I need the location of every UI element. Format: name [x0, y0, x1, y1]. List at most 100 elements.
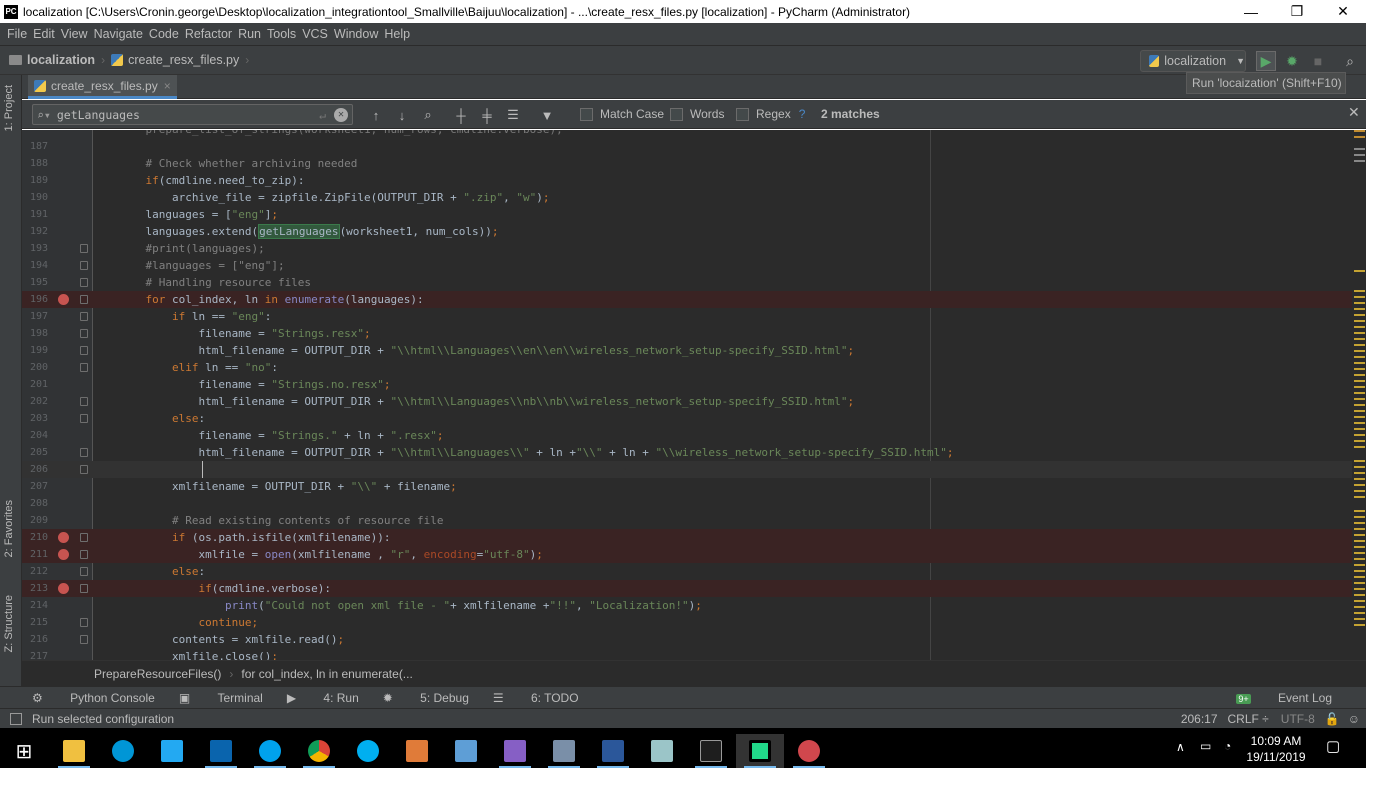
- close-find-icon[interactable]: ✕: [1348, 104, 1360, 121]
- caret-position[interactable]: 206:17: [1181, 712, 1218, 726]
- code-line[interactable]: 199 html_filename = OUTPUT_DIR + "\\html…: [22, 342, 1352, 359]
- clear-search-icon[interactable]: ✕: [334, 107, 348, 122]
- menu-tools[interactable]: Tools: [267, 27, 296, 41]
- menu-window[interactable]: Window: [334, 27, 378, 41]
- find-all-icon[interactable]: ⌕: [419, 106, 437, 124]
- event-log-tab[interactable]: 9+ Event Log: [1212, 691, 1332, 705]
- code-line[interactable]: 192 languages.extend(getLanguages(worksh…: [22, 223, 1352, 240]
- fold-icon[interactable]: [80, 414, 88, 423]
- restore-button[interactable]: ❐: [1274, 0, 1320, 23]
- editor-scrollbar[interactable]: [1352, 130, 1366, 660]
- wifi-icon[interactable]: ◔: [1224, 739, 1231, 753]
- fold-icon[interactable]: [80, 244, 88, 253]
- code-line[interactable]: 205 html_filename = OUTPUT_DIR + "\\html…: [22, 444, 1352, 461]
- vscode-icon[interactable]: [148, 734, 196, 768]
- fold-icon[interactable]: [80, 567, 88, 576]
- menu-refactor[interactable]: Refactor: [185, 27, 232, 41]
- code-line[interactable]: 194 #languages = ["eng"];: [22, 257, 1352, 274]
- code-line[interactable]: 188 # Check whether archiving needed: [22, 155, 1352, 172]
- word-icon[interactable]: [589, 734, 637, 768]
- fold-icon[interactable]: [80, 618, 88, 627]
- lock-icon[interactable]: 🔓: [1325, 712, 1340, 726]
- select-all-occurrences-icon[interactable]: ☰: [504, 106, 522, 124]
- code-line[interactable]: 217 xmlfile.close();: [22, 648, 1352, 660]
- structure-tool-tab[interactable]: Z: Structure: [3, 595, 15, 652]
- breakpoint-icon[interactable]: [58, 549, 69, 560]
- tab-create-resx-files[interactable]: create_resx_files.py ×: [28, 75, 177, 99]
- match-case-checkbox[interactable]: Match Case: [580, 107, 664, 121]
- minimize-button[interactable]: —: [1228, 0, 1274, 23]
- code-line[interactable]: 213 if(cmdline.verbose):: [22, 580, 1352, 597]
- system-clock[interactable]: 10:09 AM 19/11/2019: [1246, 733, 1306, 765]
- code-line[interactable]: 212 else:: [22, 563, 1352, 580]
- tab-close-icon[interactable]: ×: [164, 79, 171, 93]
- inspector-icon[interactable]: ☺: [1348, 712, 1360, 726]
- notification-icon[interactable]: ▢: [1326, 737, 1340, 755]
- fold-icon[interactable]: [80, 329, 88, 338]
- visual-studio-icon[interactable]: [491, 734, 539, 768]
- code-line[interactable]: 200 elif ln == "no":: [22, 359, 1352, 376]
- fold-icon[interactable]: [80, 533, 88, 542]
- debug-tab[interactable]: ✹ 5: Debug: [383, 691, 469, 705]
- code-line[interactable]: 216 contents = xmlfile.read();: [22, 631, 1352, 648]
- run-icon[interactable]: ▶: [1256, 51, 1276, 71]
- fold-icon[interactable]: [80, 635, 88, 644]
- code-line[interactable]: 215 continue;: [22, 614, 1352, 631]
- code-line[interactable]: 202 html_filename = OUTPUT_DIR + "\\html…: [22, 393, 1352, 410]
- code-line[interactable]: 203 else:: [22, 410, 1352, 427]
- fold-icon[interactable]: [80, 312, 88, 321]
- code-line[interactable]: 193 #print(languages);: [22, 240, 1352, 257]
- run-config-select[interactable]: localization ▼: [1140, 50, 1246, 72]
- file-explorer-icon[interactable]: [50, 734, 98, 768]
- menu-help[interactable]: Help: [384, 27, 410, 41]
- code-line[interactable]: 189 if(cmdline.need_to_zip):: [22, 172, 1352, 189]
- debug-icon[interactable]: ✹: [1282, 51, 1302, 71]
- menu-navigate[interactable]: Navigate: [94, 27, 143, 41]
- filter-icon[interactable]: ▼: [538, 106, 556, 124]
- close-button[interactable]: ✕: [1320, 0, 1366, 23]
- code-line[interactable]: 201 filename = "Strings.no.resx";: [22, 376, 1352, 393]
- menu-vcs[interactable]: VCS: [302, 27, 328, 41]
- project-tool-tab[interactable]: 1: Project: [3, 85, 15, 131]
- menu-code[interactable]: Code: [149, 27, 179, 41]
- menu-file[interactable]: File: [7, 27, 27, 41]
- fold-icon[interactable]: [80, 346, 88, 355]
- code-line[interactable]: 187: [22, 138, 1352, 155]
- fold-icon[interactable]: [80, 465, 88, 474]
- outlook-icon[interactable]: [197, 734, 245, 768]
- windows-start-icon[interactable]: ⊞: [0, 734, 48, 768]
- previous-occurrence-icon[interactable]: ↑: [367, 106, 385, 124]
- skype-icon[interactable]: [344, 734, 392, 768]
- menu-edit[interactable]: Edit: [33, 27, 55, 41]
- stop-icon[interactable]: ■: [1308, 51, 1328, 71]
- regex-checkbox[interactable]: Regex?: [736, 107, 805, 121]
- breakpoint-icon[interactable]: [58, 294, 69, 305]
- code-line[interactable]: 209 # Read existing contents of resource…: [22, 512, 1352, 529]
- snipping-tool-icon[interactable]: [785, 734, 833, 768]
- chevron-up-icon[interactable]: ∧: [1176, 740, 1185, 754]
- nav-project[interactable]: localization: [9, 53, 95, 67]
- code-line[interactable]: 208: [22, 495, 1352, 512]
- breadcrumb-loop[interactable]: for col_index, ln in enumerate(...: [241, 667, 412, 681]
- favorites-tool-tab[interactable]: 2: Favorites: [3, 500, 15, 557]
- pycharm-taskbar-icon[interactable]: [736, 734, 784, 768]
- next-occurrence-icon[interactable]: ↓: [393, 106, 411, 124]
- tool-windows-icon[interactable]: [10, 712, 22, 725]
- store-app-icon[interactable]: [393, 734, 441, 768]
- code-line[interactable]: 191 languages = ["eng"];: [22, 206, 1352, 223]
- code-line[interactable]: 196 for col_index, ln in enumerate(langu…: [22, 291, 1352, 308]
- code-line[interactable]: 206: [22, 461, 1352, 478]
- line-separator[interactable]: CRLF ÷: [1228, 712, 1269, 726]
- remove-selection-icon[interactable]: ╪: [478, 106, 496, 124]
- fold-icon[interactable]: [80, 448, 88, 457]
- menu-view[interactable]: View: [61, 27, 88, 41]
- code-line[interactable]: 210 if (os.path.isfile(xmlfilename)):: [22, 529, 1352, 546]
- add-selection-icon[interactable]: ┼: [452, 106, 470, 124]
- fold-icon[interactable]: [80, 550, 88, 559]
- network-app-icon[interactable]: [540, 734, 588, 768]
- nav-file[interactable]: create_resx_files.py: [111, 53, 239, 67]
- search-everywhere-icon[interactable]: ⌕: [1340, 51, 1360, 71]
- code-line[interactable]: 207 xmlfilename = OUTPUT_DIR + "\\" + fi…: [22, 478, 1352, 495]
- words-checkbox[interactable]: Words: [670, 107, 724, 121]
- battery-icon[interactable]: ▭: [1200, 739, 1211, 753]
